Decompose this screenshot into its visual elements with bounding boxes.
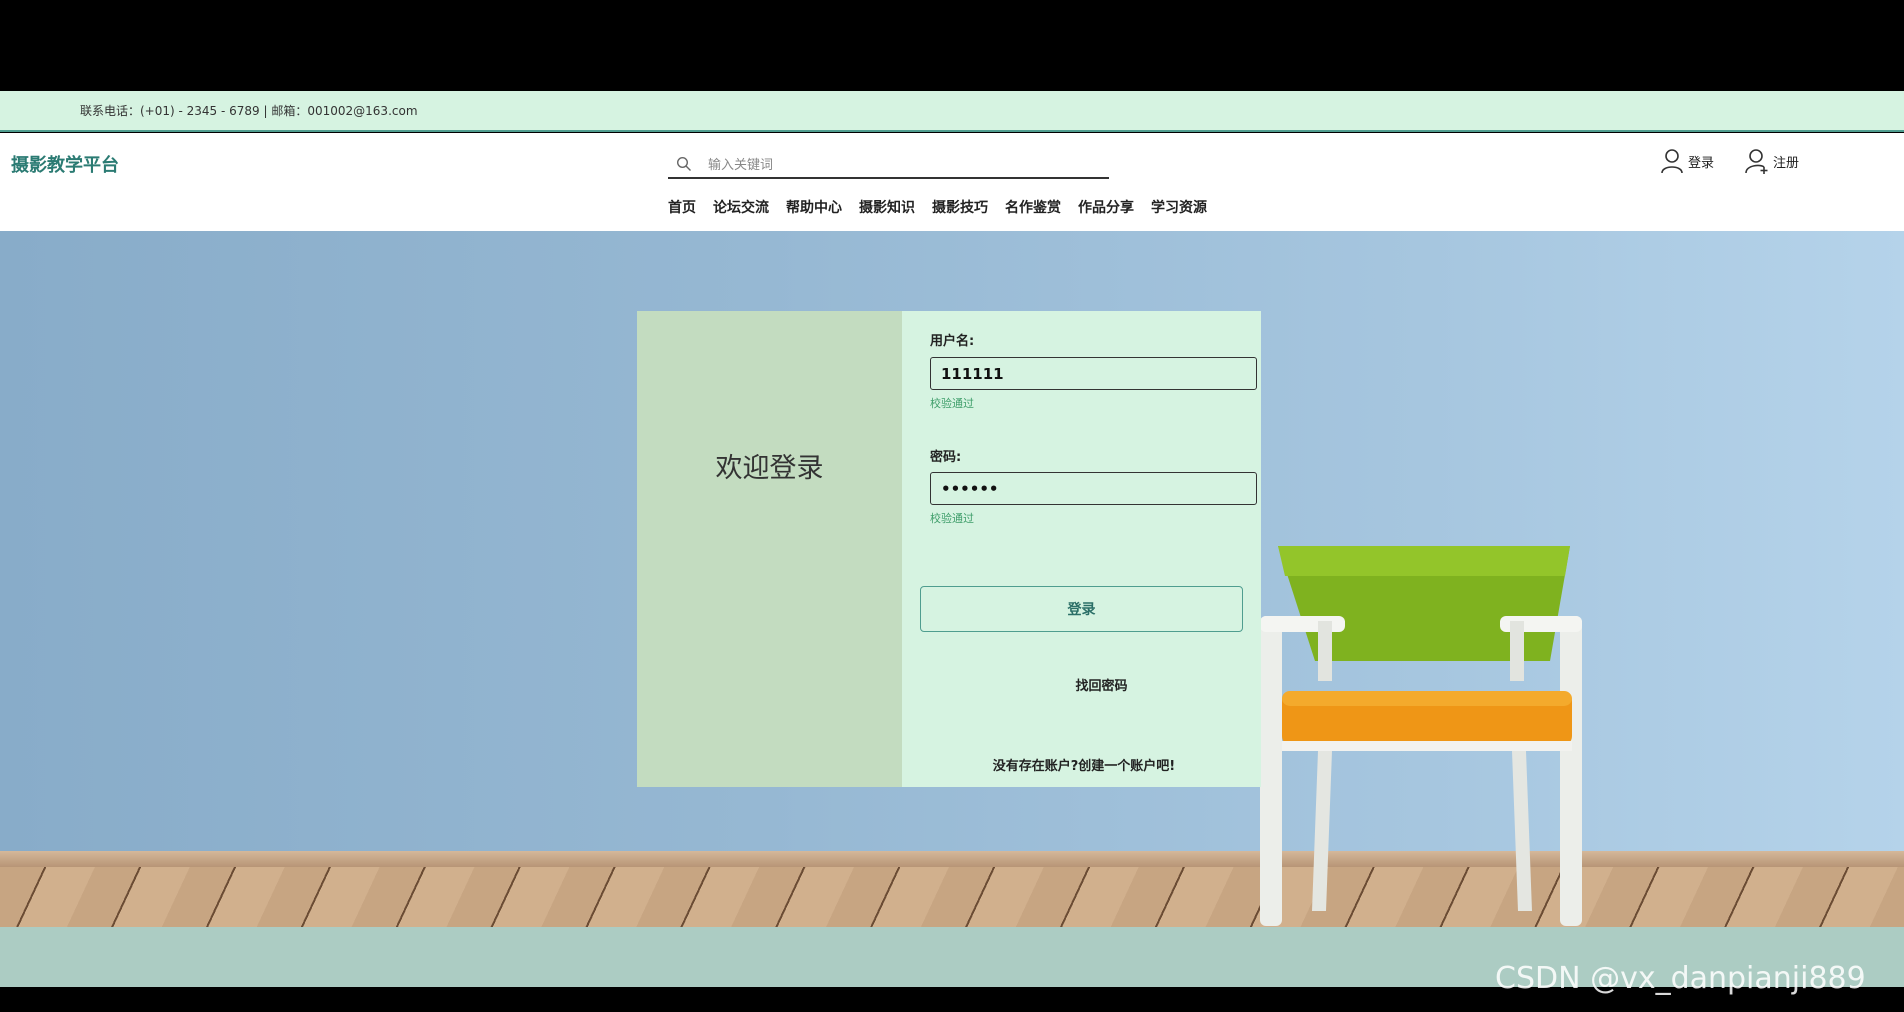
contact-info: 联系电话：(+01) - 2345 - 6789 | 邮箱：001002@163… <box>80 104 418 118</box>
nav-item-help[interactable]: 帮助中心 <box>786 197 842 217</box>
password-input[interactable] <box>930 472 1257 505</box>
user-icon <box>1661 149 1683 174</box>
search-icon[interactable] <box>676 156 692 172</box>
login-form: 用户名: 校验通过 密码: 校验通过 登录 找回密码 没有存在账户?创建一个账户… <box>902 311 1261 787</box>
nav-item-masterpieces[interactable]: 名作鉴赏 <box>1005 197 1061 217</box>
search-bar <box>668 151 1109 179</box>
login-button[interactable]: 登录 <box>920 586 1243 632</box>
login-link[interactable]: 登录 <box>1660 147 1714 175</box>
search-input[interactable] <box>708 154 1098 176</box>
nav-item-resources[interactable]: 学习资源 <box>1151 197 1207 217</box>
site-logo[interactable]: 摄影教学平台 <box>11 151 119 177</box>
password-status: 校验通过 <box>930 512 974 525</box>
main-nav: 首页 论坛交流 帮助中心 摄影知识 摄影技巧 名作鉴赏 作品分享 学习资源 <box>668 197 1207 217</box>
register-label: 注册 <box>1773 155 1800 171</box>
nav-item-knowledge[interactable]: 摄影知识 <box>859 197 915 217</box>
chair-illustration <box>1260 546 1582 926</box>
csdn-watermark: CSDN @vx_danpianji889 <box>1495 961 1866 996</box>
username-status: 校验通过 <box>930 397 974 410</box>
password-label: 密码: <box>930 450 962 465</box>
nav-item-works[interactable]: 作品分享 <box>1078 197 1134 217</box>
login-card: 欢迎登录 用户名: 校验通过 密码: 校验通过 登录 找回密码 没有存在账户?创… <box>637 311 1261 787</box>
login-label: 登录 <box>1688 155 1715 171</box>
welcome-title: 欢迎登录 <box>715 453 824 484</box>
add-user-icon <box>1745 149 1768 174</box>
nav-item-forum[interactable]: 论坛交流 <box>713 197 769 217</box>
forgot-password-link[interactable]: 找回密码 <box>902 675 1261 694</box>
contact-bar: 联系电话：(+01) - 2345 - 6789 | 邮箱：001002@163… <box>0 91 1904 132</box>
site-header: 摄影教学平台 登录 注册 首页 论坛交流 帮助中心 摄影知识 摄影技巧 名作鉴赏… <box>0 133 1904 231</box>
username-label: 用户名: <box>930 334 975 349</box>
nav-item-skills[interactable]: 摄影技巧 <box>932 197 988 217</box>
register-link[interactable]: 注册 <box>1745 147 1799 175</box>
username-input[interactable] <box>930 357 1257 390</box>
welcome-panel: 欢迎登录 <box>637 311 902 787</box>
create-account-link[interactable]: 没有存在账户?创建一个账户吧! <box>902 755 1261 774</box>
nav-item-home[interactable]: 首页 <box>668 197 696 217</box>
top-black-bar <box>0 0 1904 91</box>
